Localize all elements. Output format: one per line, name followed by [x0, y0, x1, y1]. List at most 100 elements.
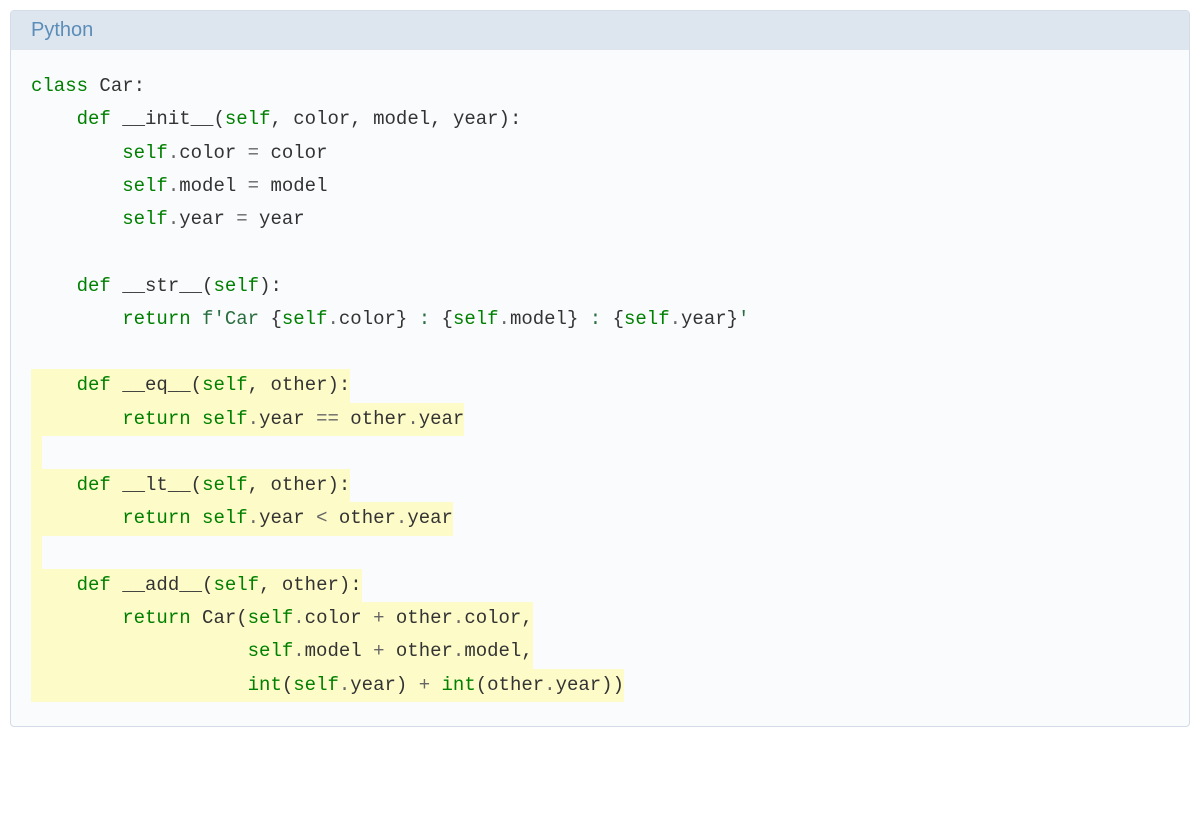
code-token: __lt__	[111, 474, 191, 496]
code-token: }	[727, 308, 738, 330]
code-line: int(self.year) + int(other.year))	[31, 669, 1169, 702]
code-token: self	[213, 275, 259, 297]
code-token: self	[282, 308, 328, 330]
code-token: ):	[339, 574, 362, 596]
code-token: ,	[259, 574, 282, 596]
code-token: return	[122, 408, 190, 430]
code-line: return Car(self.color + other.color,	[31, 602, 1169, 635]
code-line: def __init__(self, color, model, year):	[31, 103, 1169, 136]
code-token: year	[179, 208, 236, 230]
code-token: ,	[521, 607, 532, 629]
code-token	[31, 474, 77, 496]
code-block: Python class Car: def __init__(self, col…	[10, 10, 1190, 727]
code-token: '	[738, 308, 749, 330]
highlighted-code: return Car(self.color + other.color,	[31, 602, 533, 635]
code-token: .	[407, 408, 418, 430]
code-token: :	[134, 75, 145, 97]
code-token: year	[259, 408, 316, 430]
code-token: year	[419, 408, 465, 430]
code-token: other	[385, 607, 453, 629]
code-token: other	[270, 374, 327, 396]
code-token: .	[168, 142, 179, 164]
code-token	[430, 674, 441, 696]
code-token: model	[464, 640, 521, 662]
code-token	[191, 408, 202, 430]
code-token	[31, 507, 122, 529]
code-token: year	[350, 674, 396, 696]
code-token: {	[613, 308, 624, 330]
code-token: ):	[259, 275, 282, 297]
code-token: }	[396, 308, 407, 330]
code-token: +	[373, 640, 384, 662]
code-token: year	[453, 108, 499, 130]
code-token	[191, 308, 202, 330]
code-token: color	[179, 142, 247, 164]
code-token: .	[293, 640, 304, 662]
code-token: __init__	[111, 108, 214, 130]
code-token: self	[293, 674, 339, 696]
code-token	[31, 374, 77, 396]
highlighted-code: return self.year < other.year	[31, 502, 453, 535]
code-token: self	[248, 607, 294, 629]
code-token: .	[499, 308, 510, 330]
code-token: year	[259, 507, 316, 529]
code-token: ,	[248, 374, 271, 396]
code-language-label: Python	[11, 11, 1189, 50]
code-token	[31, 208, 122, 230]
code-token: (	[282, 674, 293, 696]
code-token: def	[77, 275, 111, 297]
code-token: other	[327, 507, 395, 529]
code-token: def	[77, 374, 111, 396]
code-token: ))	[601, 674, 624, 696]
code-line: class Car:	[31, 70, 1169, 103]
code-token: ):	[328, 474, 351, 496]
code-token: Car	[88, 75, 134, 97]
highlighted-code: def __eq__(self, other):	[31, 369, 350, 402]
code-token: .	[453, 607, 464, 629]
code-token: (	[213, 108, 224, 130]
code-token: .	[293, 607, 304, 629]
code-token: ,	[350, 108, 373, 130]
code-token: color	[305, 607, 373, 629]
code-token: __add__	[111, 574, 202, 596]
code-line: self.model + other.model,	[31, 635, 1169, 668]
code-token: .	[396, 507, 407, 529]
code-token: other	[339, 408, 407, 430]
code-token: .	[339, 674, 350, 696]
code-token: color	[293, 108, 350, 130]
highlighted-code: return self.year == other.year	[31, 403, 464, 436]
code-token: model	[510, 308, 567, 330]
code-token: (	[191, 474, 202, 496]
code-token: }	[567, 308, 578, 330]
code-token: self	[202, 374, 248, 396]
code-token: (	[202, 275, 213, 297]
code-token: self	[202, 474, 248, 496]
code-token: other	[487, 674, 544, 696]
code-token: __str__	[111, 275, 202, 297]
code-token: model	[373, 108, 430, 130]
code-token: =	[236, 208, 247, 230]
code-line: return self.year < other.year	[31, 502, 1169, 535]
code-token: model	[259, 175, 327, 197]
code-line: def __eq__(self, other):	[31, 369, 1169, 402]
code-token	[31, 574, 77, 596]
code-line: self.model = model	[31, 170, 1169, 203]
code-token: __eq__	[111, 374, 191, 396]
code-token: ,	[270, 108, 293, 130]
code-token	[31, 308, 122, 330]
code-token: ,	[521, 640, 532, 662]
code-token	[31, 108, 77, 130]
code-token: year	[556, 674, 602, 696]
code-token: return	[122, 308, 190, 330]
highlighted-code: int(self.year) + int(other.year))	[31, 669, 624, 702]
code-line: self.color = color	[31, 137, 1169, 170]
code-token: return	[122, 607, 190, 629]
code-token	[31, 674, 248, 696]
code-token: self	[213, 574, 259, 596]
code-line: def __str__(self):	[31, 270, 1169, 303]
code-token: ,	[430, 108, 453, 130]
code-token: color	[339, 308, 396, 330]
code-line: return f'Car {self.color} : {self.model}…	[31, 303, 1169, 336]
code-token: +	[419, 674, 430, 696]
code-token: =	[248, 142, 259, 164]
